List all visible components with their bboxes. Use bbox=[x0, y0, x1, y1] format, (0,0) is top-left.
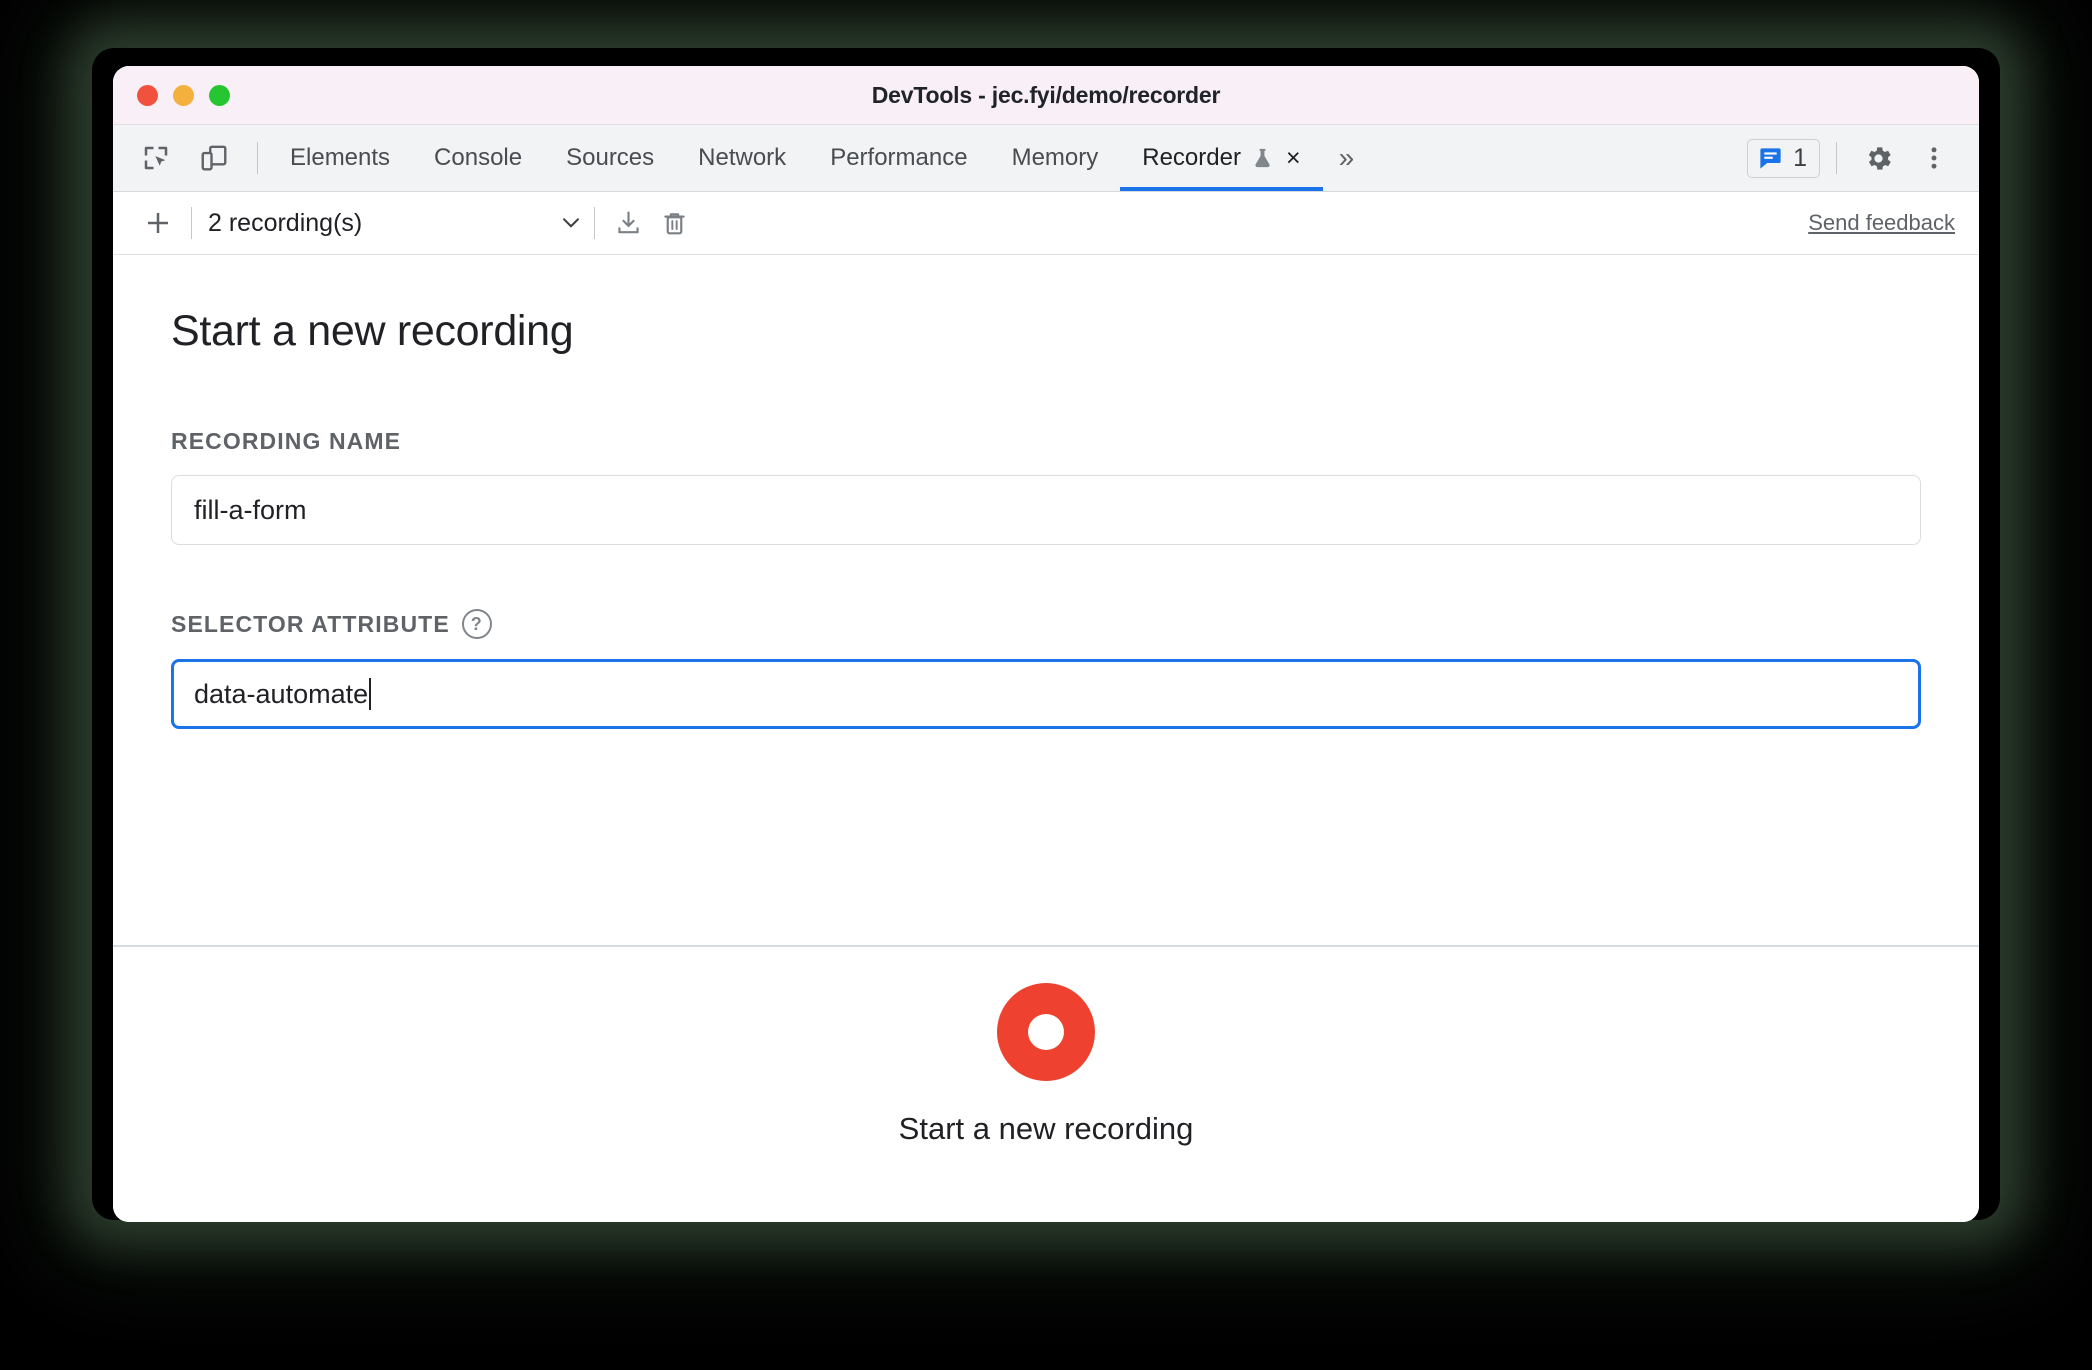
help-icon[interactable]: ? bbox=[461, 609, 492, 639]
selector-attribute-input[interactable]: data-automate bbox=[171, 659, 1921, 729]
inspect-element-icon bbox=[144, 146, 168, 170]
flask-experimental-icon bbox=[1255, 148, 1270, 167]
window-title: DevTools - jec.fyi/demo/recorder bbox=[871, 81, 1221, 108]
settings-button[interactable] bbox=[1853, 135, 1903, 181]
recording-name-label-text: RECORDING NAME bbox=[171, 428, 402, 454]
tab-label: Recorder bbox=[1142, 144, 1241, 171]
selector-attribute-value: data-automate bbox=[194, 678, 369, 709]
close-recorder-tab-button[interactable]: × bbox=[1286, 145, 1301, 171]
tab-label: Memory bbox=[1011, 144, 1099, 171]
tab-memory[interactable]: Memory bbox=[990, 125, 1121, 191]
issues-button[interactable]: 1 bbox=[1747, 138, 1820, 178]
gear-icon bbox=[1868, 146, 1891, 170]
recording-name-value: fill-a-form bbox=[194, 494, 307, 525]
device-toolbar-button[interactable] bbox=[189, 135, 239, 181]
recorder-toolbar: 2 recording(s) Send feedback bbox=[113, 192, 1979, 255]
record-circle-icon bbox=[1028, 1014, 1064, 1050]
issues-count: 1 bbox=[1793, 143, 1807, 172]
kebab-menu-icon bbox=[1931, 147, 1937, 169]
tab-label: Network bbox=[698, 144, 787, 171]
window-titlebar: DevTools - jec.fyi/demo/recorder bbox=[113, 66, 1979, 125]
tab-recorder[interactable]: Recorder × bbox=[1120, 125, 1323, 191]
more-options-button[interactable] bbox=[1909, 135, 1959, 181]
panel-tabs: Elements Console Sources Network Perform… bbox=[268, 125, 1747, 191]
recorder-toolbar-divider-2 bbox=[594, 207, 595, 239]
recordings-dropdown[interactable]: 2 recording(s) bbox=[208, 209, 584, 238]
right-tools-divider bbox=[1836, 142, 1837, 174]
selector-attribute-label-text: SELECTOR ATTRIBUTE bbox=[171, 610, 450, 637]
text-cursor bbox=[369, 678, 372, 710]
import-recording-button[interactable] bbox=[605, 200, 651, 246]
inspect-element-button[interactable] bbox=[131, 135, 181, 181]
tab-label: Elements bbox=[290, 144, 391, 171]
start-recording-button[interactable] bbox=[997, 983, 1095, 1081]
plus-icon bbox=[148, 213, 168, 233]
tab-label: Sources bbox=[566, 144, 655, 171]
recorder-footer: Start a new recording bbox=[113, 945, 1979, 1222]
selector-attribute-label: SELECTOR ATTRIBUTE ? bbox=[171, 609, 1921, 639]
chevron-down-icon bbox=[563, 218, 579, 228]
tab-console[interactable]: Console bbox=[412, 125, 544, 191]
tab-network[interactable]: Network bbox=[676, 125, 808, 191]
send-feedback-link[interactable]: Send feedback bbox=[1808, 210, 1955, 236]
more-tabs-button[interactable]: » bbox=[1323, 125, 1371, 191]
recording-name-input[interactable]: fill-a-form bbox=[171, 475, 1921, 545]
device-toolbar-icon bbox=[201, 145, 227, 171]
devtools-window: DevTools - jec.fyi/demo/recorder Element… bbox=[113, 66, 1979, 1222]
tab-sources[interactable]: Sources bbox=[544, 125, 676, 191]
selector-attribute-field-group: SELECTOR ATTRIBUTE ? data-automate bbox=[171, 609, 1921, 729]
add-recording-button[interactable] bbox=[135, 200, 181, 246]
recordings-count-label: 2 recording(s) bbox=[208, 208, 363, 237]
issues-message-icon bbox=[1760, 147, 1781, 169]
tab-performance[interactable]: Performance bbox=[808, 125, 989, 191]
download-icon bbox=[617, 211, 639, 233]
recorder-new-recording-form: Start a new recording RECORDING NAME fil… bbox=[113, 255, 1979, 945]
tab-elements[interactable]: Elements bbox=[268, 125, 412, 191]
recording-name-label: RECORDING NAME bbox=[171, 428, 1921, 455]
tabstrip-left-tools bbox=[113, 125, 268, 191]
trash-icon bbox=[663, 212, 685, 234]
recorder-toolbar-divider-1 bbox=[191, 207, 192, 239]
page-title: Start a new recording bbox=[171, 307, 574, 355]
toolbar-divider bbox=[257, 142, 258, 174]
tabstrip-right-tools: 1 bbox=[1747, 125, 1979, 191]
recording-name-field-group: RECORDING NAME fill-a-form bbox=[171, 428, 1921, 545]
tab-label: Performance bbox=[830, 144, 968, 171]
tab-label: Console bbox=[434, 144, 523, 171]
delete-recording-button[interactable] bbox=[651, 200, 697, 246]
devtools-tabstrip: Elements Console Sources Network Perform… bbox=[113, 125, 1979, 192]
start-recording-label: Start a new recording bbox=[898, 1111, 1194, 1146]
